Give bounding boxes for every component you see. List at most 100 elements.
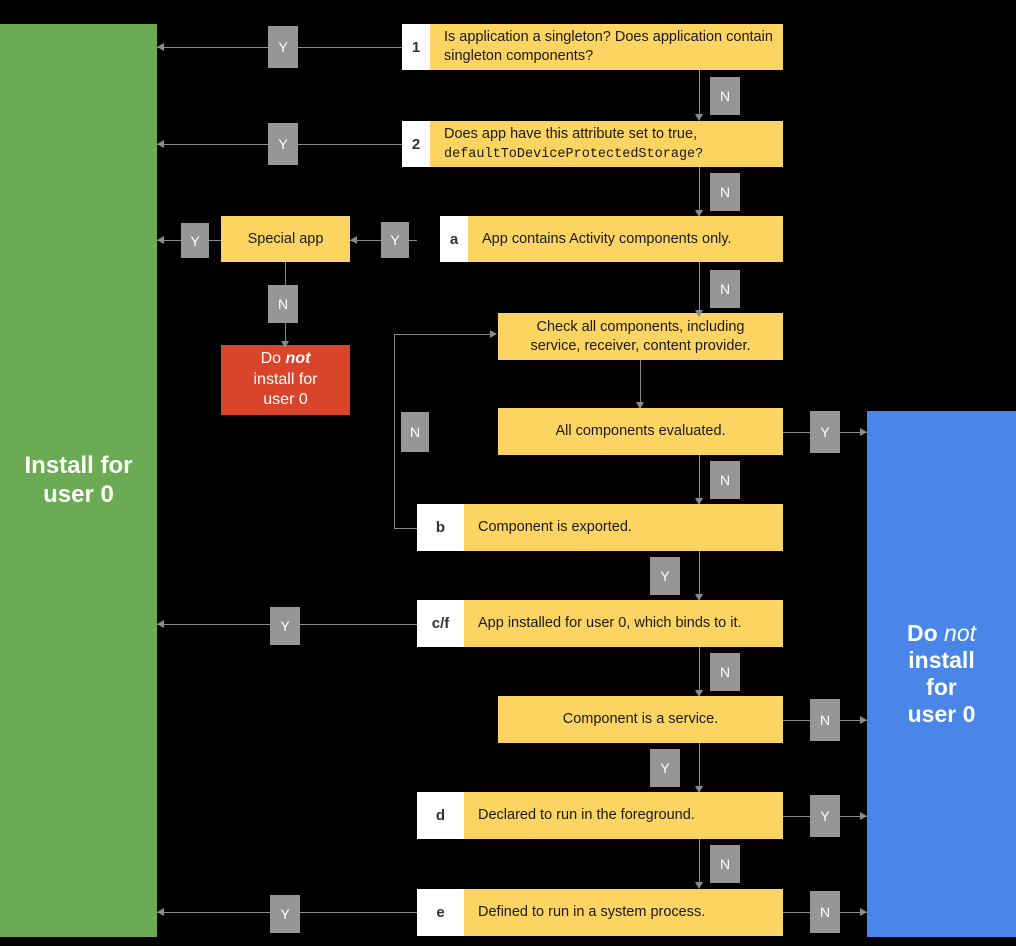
arrowhead-evaluated-yes bbox=[860, 428, 867, 436]
blue-line-2: install bbox=[908, 646, 975, 673]
node-text-a: App contains Activity components only. bbox=[482, 230, 732, 247]
edge-label-evaluated-no: N bbox=[710, 461, 740, 499]
edge-check-to-evaluated bbox=[640, 360, 641, 408]
blue-line-3: for bbox=[926, 674, 957, 700]
node-text-special-app: Special app bbox=[247, 230, 324, 247]
edge-loop-no-top bbox=[394, 334, 492, 335]
edge-label-na-yes: Y bbox=[381, 222, 409, 258]
arrowhead-ncf-no bbox=[695, 690, 703, 697]
blue-line-1-pre: Do bbox=[906, 619, 945, 646]
arrowhead-ncf-yes bbox=[157, 620, 164, 628]
node-tag-e: e bbox=[417, 889, 464, 936]
terminal-install-label: Install for user 0 bbox=[24, 452, 132, 509]
terminal-install-for-user-0: Install for user 0 bbox=[0, 24, 157, 937]
install-line-1: Install for bbox=[24, 452, 133, 480]
node-text-b: Component is exported. bbox=[478, 519, 632, 536]
node-text-check: Check all components, including service,… bbox=[498, 313, 783, 360]
node-app-installed-for-user-0[interactable]: c/f App installed for user 0, which bind… bbox=[417, 600, 783, 647]
terminal-do-not-install-label: Do not install for user 0 bbox=[907, 620, 976, 729]
node-text-check-line1: Check all components, including bbox=[536, 318, 745, 335]
edge-label-na-no: N bbox=[710, 270, 740, 308]
node-all-components-evaluated[interactable]: All components evaluated. bbox=[498, 408, 783, 455]
edge-label-evaluated-yes: Y bbox=[810, 411, 840, 453]
edge-n2-no bbox=[699, 167, 700, 213]
node-text-check-line2: service, receiver, content provider. bbox=[530, 337, 751, 354]
node-check-all-components[interactable]: Check all components, including service,… bbox=[498, 313, 783, 360]
arrowhead-n2-yes bbox=[157, 140, 164, 148]
edge-loop-no-vertical bbox=[394, 334, 395, 528]
terminal-do-not-install-for-user-0: Do not install for user 0 bbox=[867, 411, 1016, 937]
arrowhead-evaluated-no bbox=[695, 498, 703, 505]
node-component-is-exported[interactable]: b Component is exported. bbox=[417, 504, 783, 551]
arrowhead-special-yes bbox=[157, 236, 164, 244]
terminal-do-not-install-red: Do not install for user 0 bbox=[221, 345, 350, 415]
arrowhead-n1-no bbox=[695, 114, 703, 121]
arrowhead-n2-no bbox=[695, 210, 703, 217]
node-default-to-device-protected-storage[interactable]: 2 Does app have this attribute set to tr… bbox=[402, 121, 783, 167]
arrowhead-n1-yes bbox=[157, 43, 164, 51]
arrowhead-na-yes bbox=[350, 236, 357, 244]
edge-label-n1-yes: Y bbox=[268, 26, 298, 68]
edge-label-n2-no: N bbox=[710, 173, 740, 211]
edge-na-no bbox=[699, 262, 700, 316]
arrowhead-na-no bbox=[695, 310, 703, 317]
node-tag-2: 2 bbox=[402, 121, 430, 167]
edge-label-ne-yes: Y bbox=[270, 895, 300, 933]
node-text-2-attribute: defaultToDeviceProtectedStorage? bbox=[444, 146, 704, 162]
arrowhead-service-no bbox=[860, 716, 867, 724]
node-text-2: Does app have this attribute set to true… bbox=[430, 121, 783, 167]
node-tag-b: b bbox=[417, 504, 464, 551]
edge-label-service-no: N bbox=[810, 699, 840, 741]
edge-label-loop-no: N bbox=[401, 412, 429, 452]
edge-label-nb-yes: Y bbox=[650, 557, 680, 595]
node-app-contains-activity-components-only[interactable]: a App contains Activity components only. bbox=[440, 216, 783, 262]
edge-label-ne-no: N bbox=[810, 891, 840, 933]
edge-label-nd-no: N bbox=[710, 845, 740, 883]
red-line-1-pre: Do bbox=[260, 349, 286, 367]
blue-line-1-em: not bbox=[944, 619, 977, 646]
node-text-service: Component is a service. bbox=[562, 711, 719, 728]
flowchart-canvas: Install for user 0 Do not install for us… bbox=[0, 0, 1016, 946]
arrowhead-nb-yes bbox=[695, 594, 703, 601]
arrowhead-nd-no bbox=[695, 882, 703, 889]
node-defined-to-run-in-a-system-process[interactable]: e Defined to run in a system process. bbox=[417, 889, 783, 936]
node-tag-a: a bbox=[440, 216, 468, 262]
edge-label-n2-yes: Y bbox=[268, 123, 298, 165]
arrowhead-service-yes bbox=[695, 786, 703, 793]
node-declared-to-run-in-the-foreground[interactable]: d Declared to run in the foreground. bbox=[417, 792, 783, 839]
edge-label-n1-no: N bbox=[710, 77, 740, 115]
edge-loop-no-bottom bbox=[394, 528, 417, 529]
arrowhead-ne-no bbox=[860, 908, 867, 916]
node-text-2-line1: Does app have this attribute set to true… bbox=[444, 126, 698, 143]
edge-nd-no bbox=[699, 839, 700, 887]
arrowhead-loop-no bbox=[490, 330, 497, 338]
edge-evaluated-no bbox=[699, 455, 700, 503]
red-line-3: user 0 bbox=[263, 391, 308, 409]
node-special-app[interactable]: Special app bbox=[221, 216, 350, 262]
node-component-is-a-service[interactable]: Component is a service. bbox=[498, 696, 783, 743]
node-text-1: Is application a singleton? Does applica… bbox=[444, 29, 773, 64]
arrowhead-check-to-evaluated bbox=[636, 402, 644, 409]
node-tag-d: d bbox=[417, 792, 464, 839]
node-text-d: Declared to run in the foreground. bbox=[478, 807, 695, 824]
arrowhead-special-no bbox=[281, 341, 289, 348]
edge-service-yes bbox=[699, 743, 700, 791]
edge-ncf-no bbox=[699, 647, 700, 695]
node-text-cf: App installed for user 0, which binds to… bbox=[478, 615, 742, 632]
node-tag-1: 1 bbox=[402, 24, 430, 70]
edge-label-ncf-yes: Y bbox=[270, 607, 300, 645]
red-line-2: install for bbox=[253, 370, 318, 388]
edge-label-nd-yes: Y bbox=[810, 795, 840, 837]
edge-label-service-yes: Y bbox=[650, 749, 680, 787]
arrowhead-ne-yes bbox=[157, 908, 164, 916]
node-text-e: Defined to run in a system process. bbox=[478, 904, 706, 921]
node-text-evaluated: All components evaluated. bbox=[555, 423, 726, 440]
edge-nb-yes bbox=[699, 551, 700, 599]
node-is-application-a-singleton[interactable]: 1 Is application a singleton? Does appli… bbox=[402, 24, 783, 70]
arrowhead-nd-yes bbox=[860, 812, 867, 820]
terminal-do-not-install-red-label: Do not install for user 0 bbox=[253, 349, 317, 411]
blue-line-4: user 0 bbox=[907, 701, 976, 728]
red-line-1-em: not bbox=[285, 349, 311, 367]
install-line-2: user 0 bbox=[43, 480, 114, 508]
edge-label-ncf-no: N bbox=[710, 653, 740, 691]
